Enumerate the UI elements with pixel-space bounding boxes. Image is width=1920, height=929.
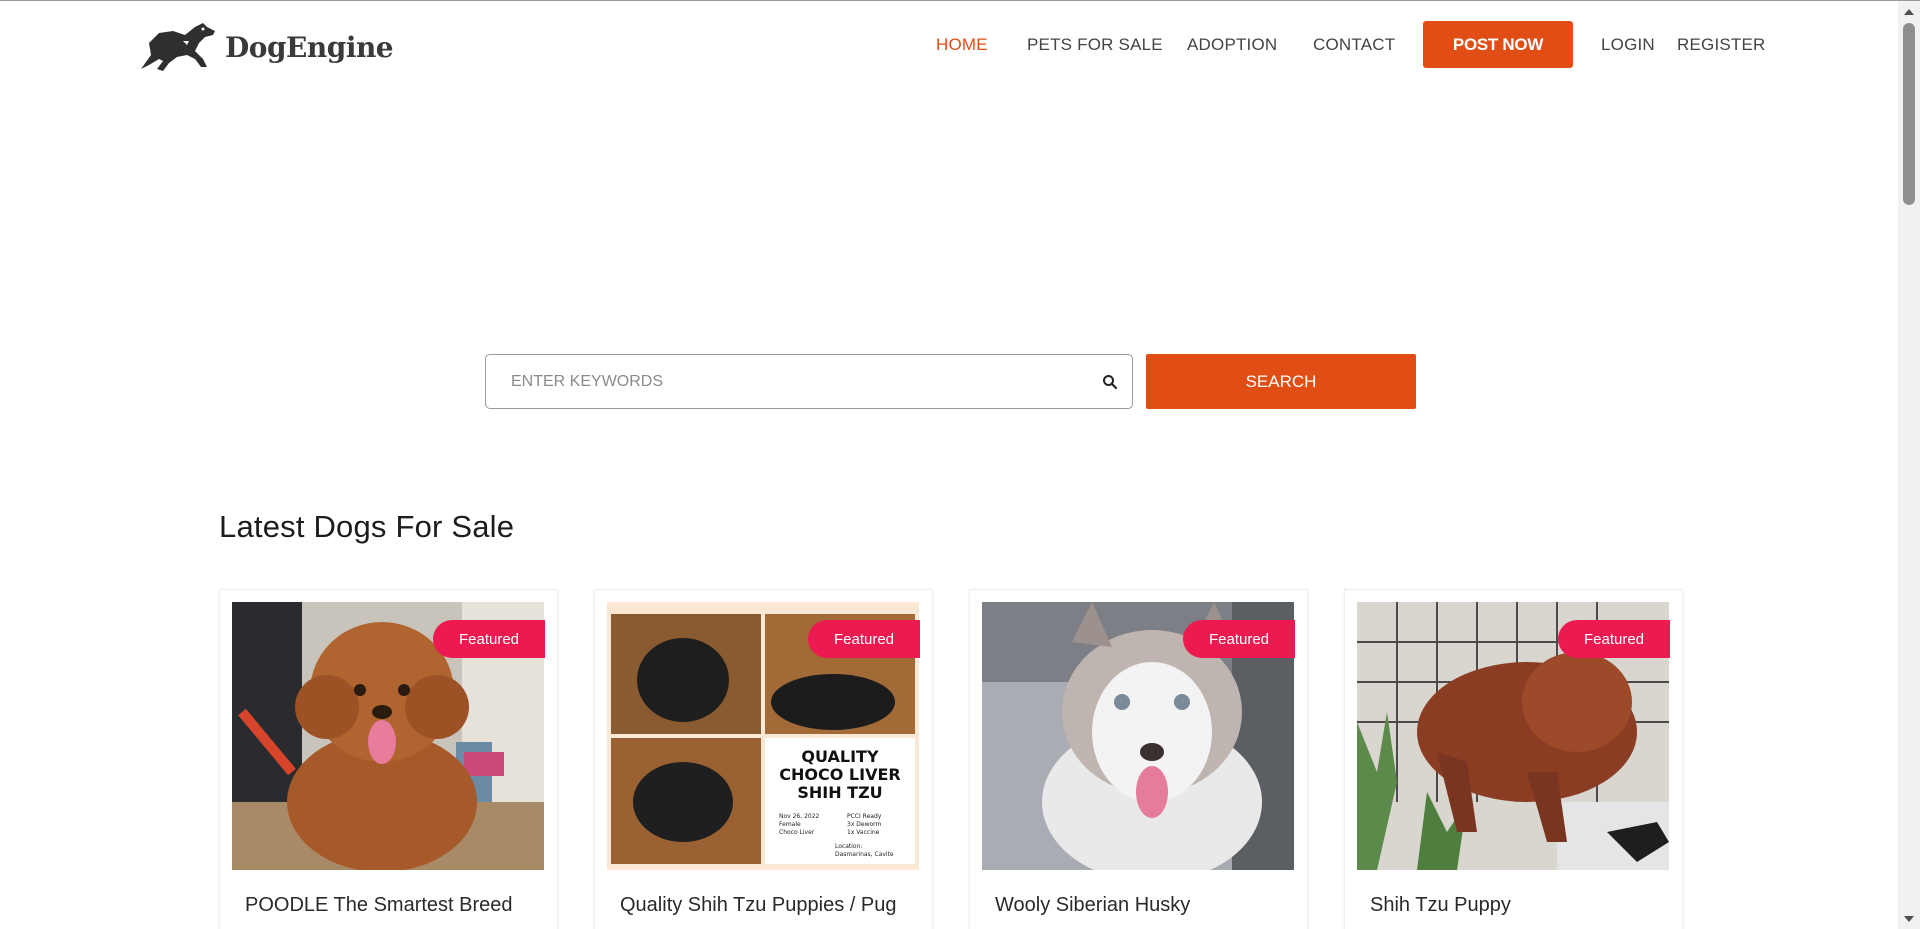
nav-item-pets-for-sale[interactable]: PETS FOR SALE <box>1027 35 1163 55</box>
search-field <box>485 354 1133 409</box>
poster-line-2: CHOCO LIVER <box>779 765 900 784</box>
featured-badge: Featured <box>1183 620 1295 658</box>
listing-title[interactable]: Wooly Siberian Husky <box>995 894 1190 917</box>
vertical-scrollbar[interactable] <box>1898 1 1920 929</box>
listing-title[interactable]: Quality Shih Tzu Puppies / Pug <box>620 894 896 917</box>
poster-info: 3x Deworm <box>847 821 882 828</box>
scroll-up-arrow-icon[interactable] <box>1904 9 1914 15</box>
site-header: DogEngine HOME PETS FOR SALE ADOPTION CO… <box>0 1 1898 91</box>
poster-info: Choco Liver <box>779 829 815 836</box>
featured-badge: Featured <box>433 620 545 658</box>
poster-info: PCCI Ready <box>847 813 882 820</box>
login-link[interactable]: LOGIN <box>1601 35 1655 55</box>
listing-title[interactable]: POODLE The Smartest Breed <box>245 894 513 917</box>
scrollbar-thumb[interactable] <box>1903 23 1915 205</box>
search-button[interactable]: SEARCH <box>1146 354 1416 409</box>
listing-card[interactable]: Featured Shih Tzu Puppy <box>1344 589 1683 929</box>
poster-info: 1x Vaccine <box>847 829 880 836</box>
post-now-button[interactable]: POST NOW <box>1423 21 1573 68</box>
poster-info: Female <box>779 821 801 828</box>
main-nav: HOME PETS FOR SALE ADOPTION CONTACT POST… <box>0 21 1898 69</box>
poster-info: Location: <box>835 843 862 850</box>
search-input[interactable] <box>511 355 1071 408</box>
listing-title[interactable]: Shih Tzu Puppy <box>1370 894 1511 917</box>
listing-card[interactable]: Featured Wooly Siberian Husky <box>969 589 1308 929</box>
listing-card[interactable]: QUALITY CHOCO LIVER SHIH TZU Nov 26, 202… <box>594 589 933 929</box>
poster-line-1: QUALITY <box>801 747 879 766</box>
section-title: Latest Dogs For Sale <box>219 509 515 544</box>
nav-item-adoption[interactable]: ADOPTION <box>1187 35 1277 55</box>
scroll-down-arrow-icon[interactable] <box>1904 916 1914 922</box>
poster-info: Dasmarinas, Cavite <box>835 851 894 858</box>
register-link[interactable]: REGISTER <box>1677 35 1766 55</box>
nav-item-home[interactable]: HOME <box>936 35 988 55</box>
listing-card[interactable]: Featured POODLE The Smartest Breed <box>219 589 558 929</box>
search-icon[interactable] <box>1102 374 1118 390</box>
featured-badge: Featured <box>1558 620 1670 658</box>
page: DogEngine HOME PETS FOR SALE ADOPTION CO… <box>0 0 1920 929</box>
poster-info: Nov 26, 2022 <box>779 813 820 820</box>
featured-badge: Featured <box>808 620 920 658</box>
poster-line-3: SHIH TZU <box>797 783 882 802</box>
nav-item-contact[interactable]: CONTACT <box>1313 35 1395 55</box>
